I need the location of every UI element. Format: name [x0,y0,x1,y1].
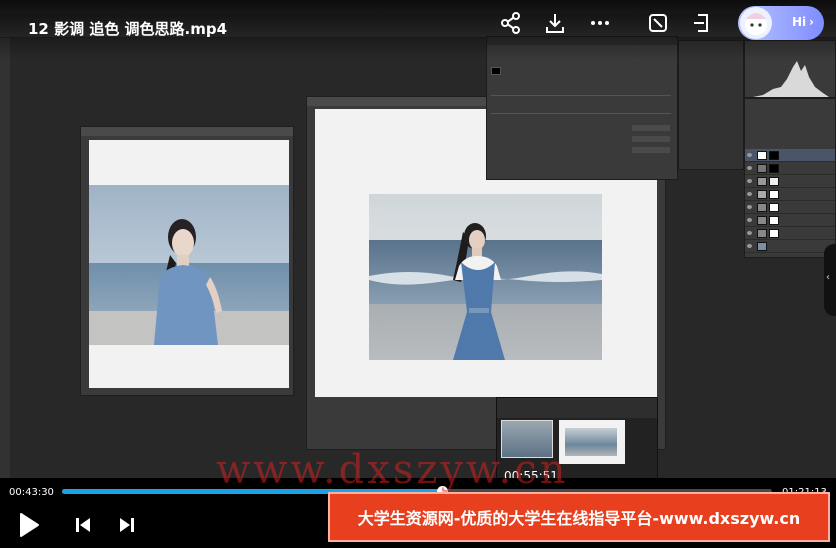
current-time: 00:43:30 [9,487,54,498]
side-panel-handle[interactable]: ‹ [824,244,836,316]
assistant-avatar-icon [740,7,772,39]
assistant-button[interactable]: Hi › [738,6,824,40]
skip-previous-icon[interactable] [68,510,98,540]
doc-tab [81,127,293,136]
promo-banner-text: 大学生资源网-优质的大学生在线指导平台-www.dxszyw.cn [357,509,801,528]
reference-photo [89,185,289,345]
working-photo [369,194,602,360]
promo-banner[interactable]: 大学生资源网-优质的大学生在线指导平台-www.dxszyw.cn [328,492,830,542]
ps-toolbar [0,38,10,478]
video-frame[interactable] [0,0,836,478]
download-icon[interactable] [542,10,568,36]
video-title: 12 影调 追色 调色思路.mp4 [28,20,228,38]
screenshot-icon[interactable] [645,10,671,36]
share-icon[interactable] [498,10,524,36]
exit-icon[interactable] [690,10,716,36]
play-icon[interactable] [14,510,44,540]
assistant-label: Hi [792,15,807,29]
chevron-left-icon: ‹ [826,272,830,283]
doc-canvas [89,140,289,388]
watermark-text: www.dxszyw.cn [216,447,569,493]
ps-document-reference [80,126,294,396]
chevron-right-icon: › [809,15,814,29]
ps-layers-panel [744,98,836,258]
more-icon[interactable] [587,10,613,36]
skip-next-icon[interactable] [112,510,142,540]
